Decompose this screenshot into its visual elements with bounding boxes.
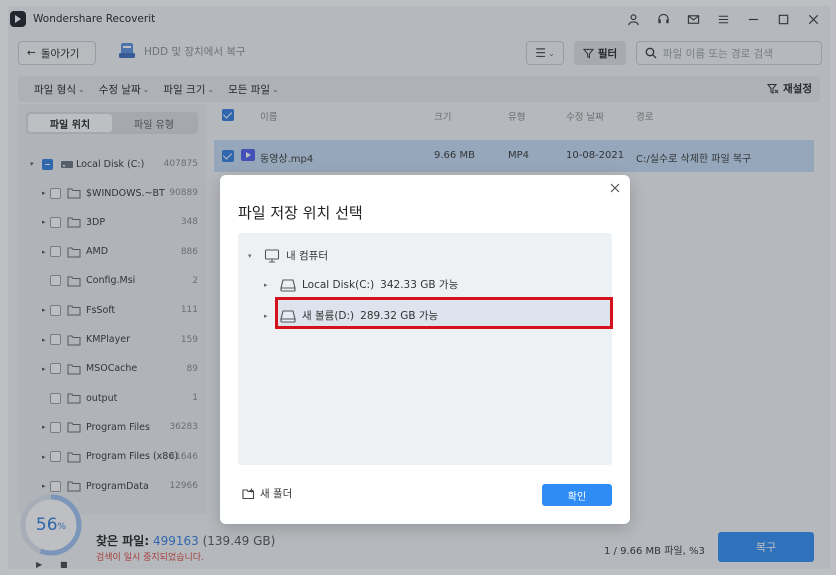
chevron-right-icon: ▸ (264, 311, 268, 320)
new-folder-button[interactable]: 새 폴더 (242, 486, 292, 501)
drive-free-space: 342.33 GB 가능 (380, 279, 459, 291)
save-location-dialog: 파일 저장 위치 선택 ▾ 내 컴퓨터 ▸ Local Disk(C:) 342… (220, 175, 630, 524)
tree-node-my-computer[interactable]: ▾ 내 컴퓨터 (248, 248, 328, 263)
new-folder-label: 새 폴더 (260, 488, 293, 500)
new-folder-icon (242, 488, 255, 499)
tree-node-label: 내 컴퓨터 (286, 250, 328, 262)
location-tree: ▾ 내 컴퓨터 ▸ Local Disk(C:) 342.33 GB 가능 (238, 233, 612, 465)
tree-node-drive-c[interactable]: ▸ Local Disk(C:) 342.33 GB 가능 (264, 277, 458, 292)
drive-icon (280, 278, 296, 292)
dialog-title: 파일 저장 위치 선택 (238, 204, 363, 222)
chevron-down-icon: ▾ (248, 251, 252, 260)
computer-icon (264, 248, 280, 263)
selection-highlight-box (275, 297, 613, 329)
chevron-right-icon: ▸ (264, 280, 268, 289)
confirm-button[interactable]: 확인 (542, 484, 612, 506)
drive-name: Local Disk(C:) (302, 278, 375, 291)
close-icon[interactable] (608, 181, 622, 195)
